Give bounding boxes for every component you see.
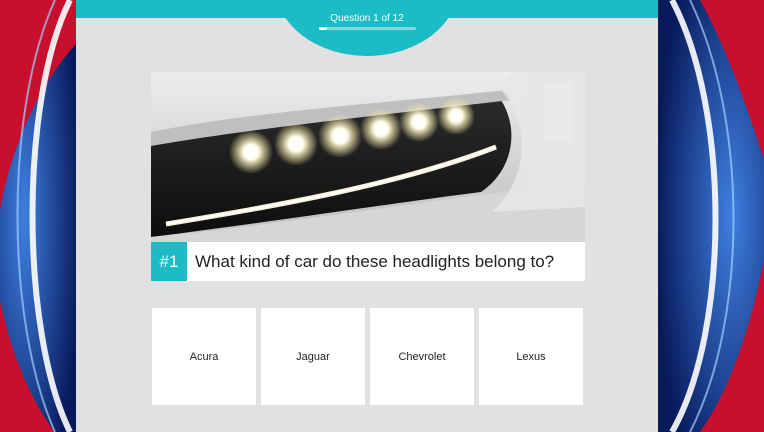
question-caption: #1 What kind of car do these headlights … [151, 242, 585, 281]
car-headlight-photo [151, 72, 585, 242]
question-number-badge: #1 [151, 242, 187, 281]
quiz-panel: Question 1 of 12 #1 What kind of car do … [76, 0, 658, 432]
screen: Question 1 of 12 #1 What kind of car do … [0, 0, 764, 432]
answer-option-acura[interactable]: Acura [152, 308, 256, 405]
progress-bar-fill [319, 27, 328, 30]
question-text: What kind of car do these headlights bel… [195, 252, 555, 271]
answer-option-lexus[interactable]: Lexus [479, 308, 583, 405]
answer-option-jaguar[interactable]: Jaguar [261, 308, 365, 405]
progress-bar [319, 27, 416, 30]
progress-label: Question 1 of 12 [330, 13, 404, 24]
answer-option-chevrolet[interactable]: Chevrolet [370, 308, 474, 405]
